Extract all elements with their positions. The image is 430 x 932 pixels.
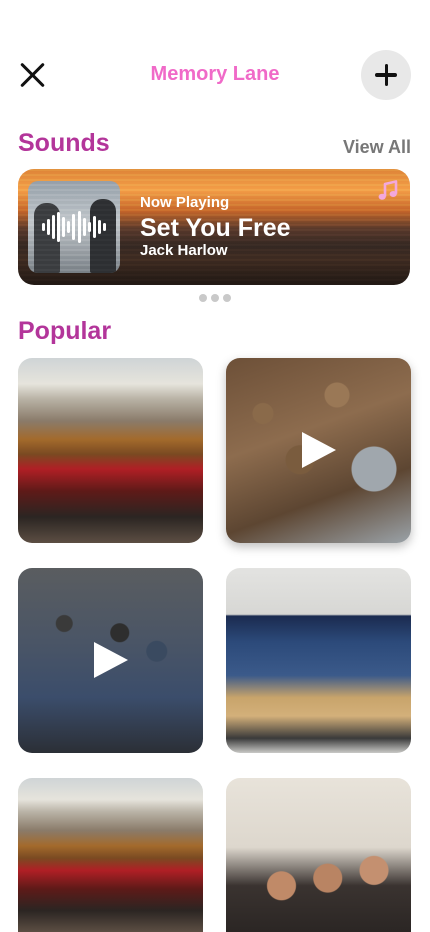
song-title: Set You Free — [140, 214, 291, 242]
play-icon — [94, 642, 128, 678]
play-icon — [302, 432, 336, 468]
popular-photo[interactable] — [226, 778, 411, 932]
artist-name: Jack Harlow — [140, 242, 228, 259]
music-note-icon[interactable] — [376, 179, 400, 203]
popular-photo[interactable] — [18, 358, 203, 543]
now-playing-label: Now Playing — [140, 194, 230, 211]
pager-dot[interactable] — [199, 294, 207, 302]
popular-video[interactable] — [226, 358, 411, 543]
popular-heading: Popular — [18, 317, 112, 345]
view-all-link[interactable]: View All — [343, 137, 411, 158]
popular-photo[interactable] — [18, 778, 203, 932]
header: Memory Lane — [0, 50, 430, 100]
pager-dot[interactable] — [211, 294, 219, 302]
now-playing-card[interactable]: Now Playing Set You Free Jack Harlow — [18, 169, 410, 285]
add-button[interactable] — [361, 50, 411, 100]
waveform-icon — [42, 211, 106, 243]
sounds-heading: Sounds — [18, 129, 110, 157]
album-art — [28, 181, 120, 273]
popular-video[interactable] — [18, 568, 203, 753]
pager-dot[interactable] — [223, 294, 231, 302]
popular-photo[interactable] — [226, 568, 411, 753]
carousel-pager[interactable] — [0, 294, 430, 302]
